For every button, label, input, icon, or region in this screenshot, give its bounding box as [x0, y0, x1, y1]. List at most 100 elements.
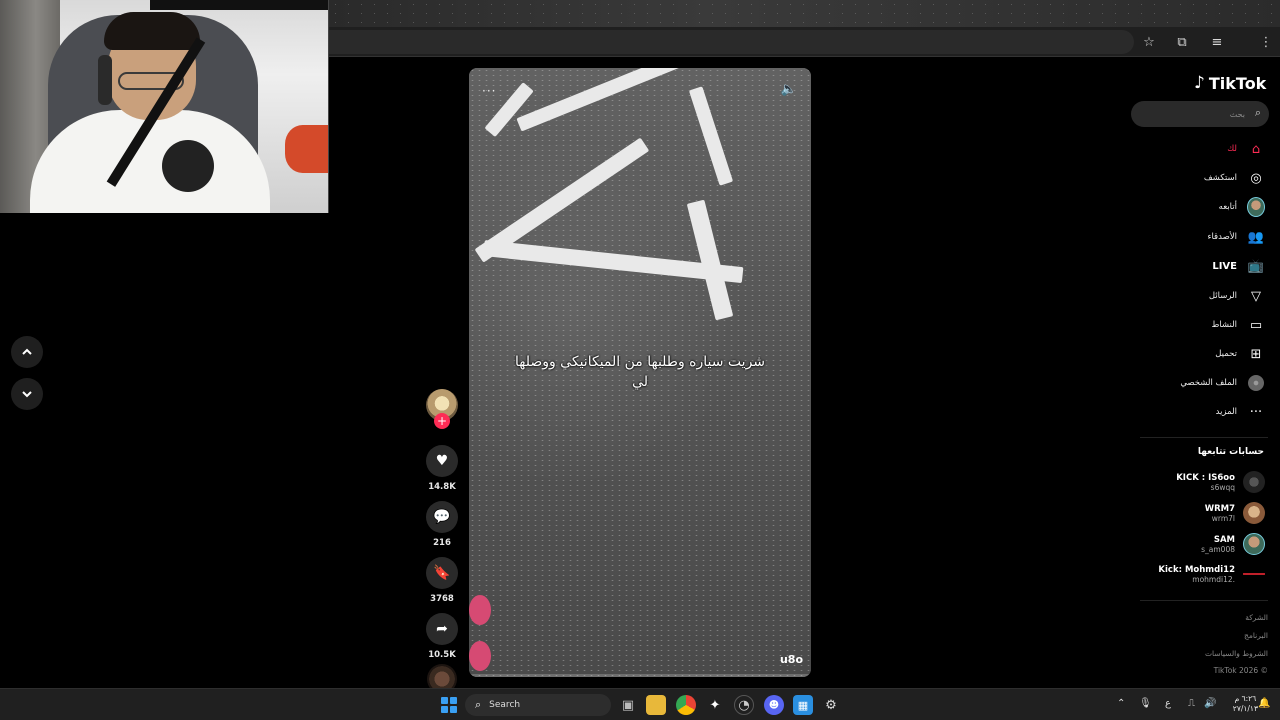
upload-icon: ⊞	[1250, 346, 1262, 362]
chrome-icon[interactable]	[676, 695, 696, 715]
discord-icon[interactable]: ☻	[764, 695, 784, 715]
tiktok-logo[interactable]: ♪ TikTok	[1194, 71, 1266, 95]
share-button[interactable]: ➦	[426, 613, 458, 645]
kebab-menu-icon[interactable]: ⋮	[1257, 33, 1275, 51]
menu-item-explore[interactable]: استكشف ◎	[1115, 166, 1265, 190]
following-account[interactable]: Kick: Mohmdi12 mohmdi12.	[1130, 561, 1265, 587]
start-button[interactable]	[441, 697, 457, 713]
account-name: SAM	[1213, 534, 1235, 545]
video-player[interactable]: ··· 🔈 شريت سياره وطلبها من الميكانيكي وو…	[469, 68, 811, 677]
browser-address-bar: ☆ ⧉ ≡ ⋮	[329, 27, 1280, 57]
avatar	[1243, 502, 1265, 524]
following-account[interactable]: SAM s_am008	[1130, 531, 1265, 557]
webcam-overlay	[0, 0, 329, 213]
heart-icon: ♥	[435, 453, 449, 469]
tiktok-note-icon: ♪	[1194, 73, 1205, 93]
footer-link-program[interactable]: البرنامج	[1244, 631, 1268, 640]
volume-icon[interactable]: 🔊	[1204, 698, 1216, 709]
previous-video-button[interactable]	[11, 336, 43, 368]
video-actions: + ♥ 14.8K 💬 216 🔖 3768 ➦ 10.5K	[426, 389, 458, 694]
taskbar-search[interactable]: ⌕ Search	[465, 694, 611, 716]
bookmark-icon: 🔖	[433, 565, 451, 581]
home-icon: ⌂	[1251, 141, 1261, 157]
webcam-background-object	[285, 125, 328, 173]
star-icon[interactable]: ☆	[1140, 33, 1158, 51]
send-icon: ▽	[1251, 288, 1261, 304]
menu-item-for-you[interactable]: لك ⌂	[1115, 137, 1265, 161]
task-view-icon[interactable]: ▣	[618, 695, 638, 715]
menu-item-label: LIVE	[1212, 260, 1237, 272]
save-button[interactable]: 🔖	[426, 557, 458, 589]
search-input[interactable]	[1145, 105, 1245, 123]
menu-item-label: المزيد	[1215, 407, 1237, 417]
search-icon: ⌕	[475, 698, 482, 711]
decorative-balloon	[469, 595, 491, 625]
chevron-down-icon	[22, 391, 32, 398]
message-icon: ▭	[1249, 317, 1263, 333]
comment-count: 216	[433, 538, 451, 548]
share-count: 10.5K	[428, 650, 456, 660]
account-handle: s6wqq	[1210, 482, 1235, 492]
menu-item-label: استكشف	[1203, 173, 1237, 183]
file-explorer-icon[interactable]	[646, 695, 666, 715]
menu-item-label: لك	[1227, 144, 1237, 154]
video-progress-bar[interactable]	[469, 674, 811, 677]
footer-link-terms[interactable]: الشروط والسياسات	[1205, 649, 1268, 658]
footer-copyright: TikTok 2026 ©	[1213, 666, 1268, 675]
clock-time: ٦:٢٦ م	[1234, 694, 1257, 703]
tray-chevron-icon[interactable]: ⌃	[1117, 698, 1125, 709]
microphone-icon[interactable]: 🎙	[1139, 698, 1152, 709]
share-icon: ➦	[436, 621, 448, 637]
search-icon[interactable]: ⌕	[1255, 106, 1261, 120]
webcam-banner	[150, 0, 328, 10]
webcam-headset	[98, 55, 112, 105]
network-icon[interactable]: ⎍	[1188, 698, 1195, 709]
follow-plus-icon[interactable]: +	[434, 413, 450, 429]
sidebar-divider	[1140, 600, 1268, 601]
avatar	[1247, 197, 1265, 217]
account-name: Kick: Mohmdi12	[1158, 564, 1235, 575]
following-account[interactable]: WRM7 wrm7l	[1130, 500, 1265, 526]
account-handle: mohmdi12.	[1192, 574, 1235, 584]
menu-item-upload[interactable]: تحميل ⊞	[1115, 342, 1265, 366]
menu-item-friends[interactable]: الأصدقاء 👥	[1115, 225, 1265, 249]
input-language[interactable]: ع	[1165, 698, 1171, 709]
menu-item-label: الرسائل	[1208, 291, 1237, 301]
following-account[interactable]: KICK : IS6oo s6wqq	[1130, 469, 1265, 495]
search-box[interactable]: ⌕	[1131, 101, 1269, 127]
menu-item-label: النشاط	[1211, 320, 1237, 330]
avatar	[1243, 471, 1265, 493]
like-button[interactable]: ♥	[426, 445, 458, 477]
taskbar-clock[interactable]: ٦:٢٦ م ٢٧/١/١٣	[1233, 694, 1258, 714]
notifications-icon[interactable]: 🔔	[1258, 698, 1270, 709]
menu-item-messages[interactable]: الرسائل ▽	[1115, 284, 1265, 308]
footer-link-company[interactable]: الشركة	[1245, 613, 1268, 622]
url-field[interactable]	[329, 30, 1134, 54]
menu-item-live[interactable]: LIVE 📺	[1115, 254, 1265, 278]
extensions-icon[interactable]: ⧉	[1173, 33, 1191, 51]
steam-icon[interactable]: ⚙	[821, 695, 841, 715]
menu-item-label: أتابعه	[1218, 202, 1237, 212]
comment-icon: 💬	[433, 509, 451, 525]
comment-button[interactable]: 💬	[426, 501, 458, 533]
next-video-button[interactable]	[11, 378, 43, 410]
menu-item-more[interactable]: المزيد ···	[1115, 400, 1265, 424]
decorative-balloon	[469, 641, 491, 671]
compass-icon: ◎	[1250, 170, 1262, 186]
windows-taskbar: ⌕ Search ▣ ✦ ◔ ☻ ▦ ⚙ ⌃ 🎙 ع ⎍ 🔊 ٦:٢٦ م ٢٧…	[0, 688, 1280, 720]
app-icon[interactable]: ✦	[705, 695, 725, 715]
clock-date: ٢٧/١/١٣	[1232, 704, 1258, 713]
profile-avatar	[1248, 375, 1264, 391]
live-tv-icon: 📺	[1247, 258, 1265, 274]
sound-icon[interactable]: 🔈	[781, 82, 797, 97]
like-count: 14.8K	[428, 482, 456, 492]
menu-item-activity[interactable]: النشاط ▭	[1115, 313, 1265, 337]
video-more-icon[interactable]: ···	[482, 84, 496, 98]
obs-icon[interactable]: ◔	[734, 695, 754, 715]
media-control-icon[interactable]: ≡	[1208, 33, 1226, 51]
account-name: KICK : IS6oo	[1176, 472, 1235, 483]
store-icon[interactable]: ▦	[793, 695, 813, 715]
menu-item-following[interactable]: أتابعه	[1115, 195, 1265, 219]
following-accounts-title: حسابات تتابعها	[1197, 447, 1264, 457]
menu-item-profile[interactable]: الملف الشخصي	[1115, 371, 1265, 395]
